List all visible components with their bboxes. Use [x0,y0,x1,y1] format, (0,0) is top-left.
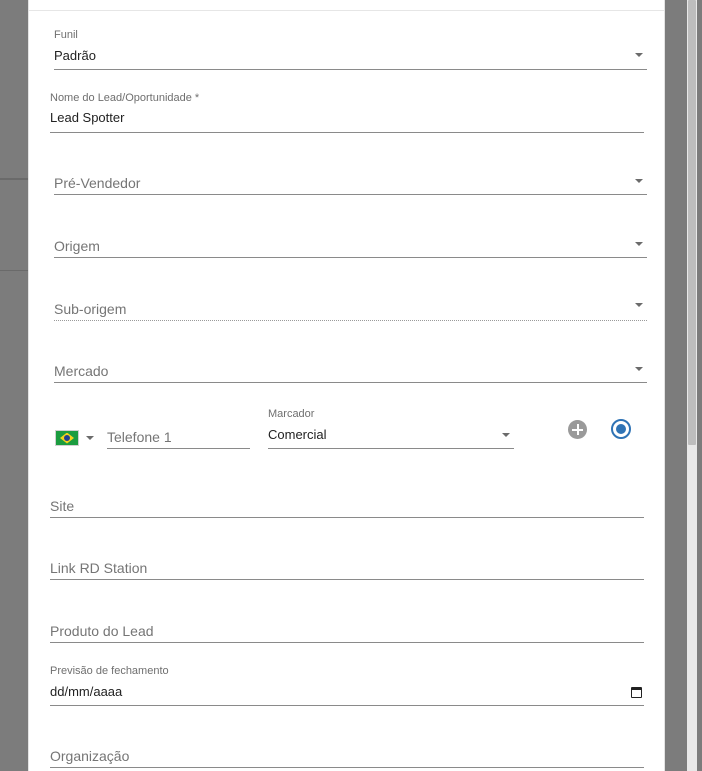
add-phone-icon[interactable] [568,420,587,439]
origem-placeholder: Origem [54,238,100,254]
chevron-down-icon [635,53,643,57]
primary-phone-radio-icon[interactable] [611,419,631,439]
funil-label: Funil [54,29,78,41]
telefone-placeholder: Telefone 1 [107,429,172,445]
chevron-down-icon [86,436,94,440]
pre-vendedor-select[interactable]: Pré-Vendedor [54,170,647,195]
pre-vendedor-placeholder: Pré-Vendedor [54,175,141,191]
link-rd-station-input[interactable]: Link RD Station [50,555,644,580]
organizacao-placeholder: Organização [50,748,130,764]
link-rd-station-underline [50,579,644,580]
site-input[interactable]: Site [50,493,644,518]
produto-lead-underline [50,642,644,643]
funil-value: Padrão [54,48,96,63]
origem-select[interactable]: Origem [54,233,647,258]
nome-lead-input[interactable]: Nome do Lead/Oportunidade * Lead Spotter [50,91,644,133]
nome-lead-label: Nome do Lead/Oportunidade * [50,92,200,104]
mercado-placeholder: Mercado [54,363,109,379]
marcador-value: Comercial [268,427,327,442]
nome-lead-underline [50,132,644,133]
organizacao-underline [50,767,644,768]
pre-vendedor-underline [54,194,647,195]
backdrop-divider [0,178,28,180]
telefone-underline [107,448,250,449]
funil-underline [54,69,647,70]
mercado-underline [54,382,647,383]
marcador-label: Marcador [268,408,315,420]
funil-select[interactable]: Funil Padrão [54,28,647,70]
dialog-header-divider [29,10,664,11]
chevron-down-icon [635,179,643,183]
marcador-underline [268,448,514,449]
previsao-fechamento-date-input[interactable]: Previsão de fechamento dd/mm/aaaa [50,664,644,706]
sub-origem-select[interactable]: Sub-origem [54,296,647,321]
sub-origem-underline [54,320,647,321]
site-placeholder: Site [50,498,75,514]
produto-lead-input[interactable]: Produto do Lead [50,618,644,643]
marcador-select[interactable]: Marcador Comercial [268,407,514,449]
brazil-flag-icon [55,430,79,446]
country-code-select[interactable] [55,428,97,448]
organizacao-input[interactable]: Organização [50,743,644,768]
chevron-down-icon [635,367,643,371]
chevron-down-icon [635,242,643,246]
origem-underline [54,257,647,258]
scrollbar-thumb[interactable] [688,0,696,445]
telefone-input[interactable]: Telefone 1 [107,424,250,449]
produto-lead-placeholder: Produto do Lead [50,623,154,639]
mercado-select[interactable]: Mercado [54,358,647,383]
link-rd-station-placeholder: Link RD Station [50,560,148,576]
nome-lead-value: Lead Spotter [50,110,125,125]
site-underline [50,517,644,518]
previsao-fechamento-underline [50,705,644,706]
previsao-fechamento-value: dd/mm/aaaa [50,684,123,699]
chevron-down-icon [635,303,643,307]
backdrop-divider [0,270,28,271]
chevron-down-icon [502,433,510,437]
new-lead-dialog: Funil Padrão Nome do Lead/Oportunidade *… [28,0,665,771]
previsao-fechamento-label: Previsão de fechamento [50,665,169,677]
calendar-icon[interactable] [631,687,642,698]
sub-origem-placeholder: Sub-origem [54,301,127,317]
